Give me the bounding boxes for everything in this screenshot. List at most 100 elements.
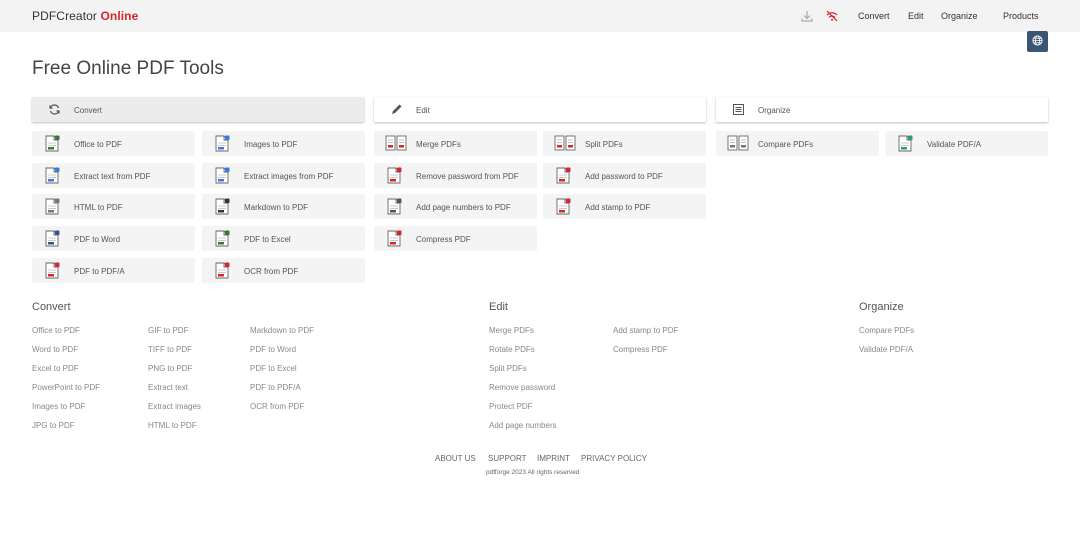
footer-link[interactable]: PowerPoint to PDF: [32, 383, 100, 392]
category-label: Convert: [74, 106, 103, 115]
footer-link[interactable]: Markdown to PDF: [250, 326, 314, 335]
footer-link[interactable]: Excel to PDF: [32, 364, 79, 373]
tool-tile-extract-text-from-pdf[interactable]: Extract text from PDF: [32, 163, 195, 188]
footer-link[interactable]: Add stamp to PDF: [613, 326, 678, 335]
tool-tile-label: Images to PDF: [244, 140, 298, 149]
footer-link[interactable]: Extract text: [148, 383, 188, 392]
tool-tile-pdf-to-word[interactable]: PDF to Word: [32, 226, 195, 251]
footer-link[interactable]: Extract images: [148, 402, 201, 411]
footer-link[interactable]: PNG to PDF: [148, 364, 192, 373]
footer-privacy-link[interactable]: PRIVACY POLICY: [581, 454, 647, 463]
download-icon[interactable]: [800, 9, 814, 23]
tool-tile-label: Remove password from PDF: [416, 172, 519, 181]
logo-accent: Online: [100, 9, 139, 23]
tool-tile-label: Merge PDFs: [416, 140, 461, 149]
logo[interactable]: PDFCreator Online: [32, 9, 138, 23]
tool-tile-remove-password-from-pdf[interactable]: Remove password from PDF: [374, 163, 537, 188]
refresh-icon: [48, 103, 61, 116]
footer-link[interactable]: Images to PDF: [32, 402, 85, 411]
tool-tile-pdf-to-excel[interactable]: PDF to Excel: [202, 226, 365, 251]
footer-link[interactable]: Remove password: [489, 383, 555, 392]
list-icon: [732, 103, 745, 116]
stamp-doc-icon: [554, 198, 573, 215]
footer-organize-title: Organize: [859, 301, 904, 313]
globe-icon: [1032, 33, 1043, 51]
text-extract-icon: [43, 167, 62, 184]
tool-tile-label: Validate PDF/A: [927, 140, 982, 149]
category-label: Organize: [758, 106, 791, 115]
ocr-doc-icon: [213, 262, 232, 279]
tool-tile-label: Extract text from PDF: [74, 172, 151, 181]
pencil-icon: [390, 103, 403, 116]
category-convert[interactable]: Convert: [32, 97, 364, 122]
image-extract-icon: [213, 167, 232, 184]
tool-tile-office-to-pdf[interactable]: Office to PDF: [32, 131, 195, 156]
tool-tile-add-password-to-pdf[interactable]: Add password to PDF: [543, 163, 706, 188]
nav-organize[interactable]: Organize: [941, 11, 978, 21]
image-doc-icon: [213, 135, 232, 152]
tool-tile-images-to-pdf[interactable]: Images to PDF: [202, 131, 365, 156]
footer-link[interactable]: JPG to PDF: [32, 421, 75, 430]
tool-tile-split-pdfs[interactable]: Split PDFs: [543, 131, 706, 156]
top-bar: PDFCreator Online Convert Edit Organize …: [0, 0, 1080, 32]
tool-tile-ocr-from-pdf[interactable]: OCR from PDF: [202, 258, 365, 283]
tool-tile-html-to-pdf[interactable]: HTML to PDF: [32, 194, 195, 219]
footer-link[interactable]: Rotate PDFs: [489, 345, 535, 354]
page-number-icon: [385, 198, 404, 215]
unlock-doc-icon: [385, 167, 404, 184]
pdfa-doc-icon: [43, 262, 62, 279]
tool-tile-markdown-to-pdf[interactable]: Markdown to PDF: [202, 194, 365, 219]
page-title: Free Online PDF Tools: [32, 58, 224, 79]
footer-link[interactable]: Compress PDF: [613, 345, 668, 354]
tool-tile-add-page-numbers-to-pdf[interactable]: Add page numbers to PDF: [374, 194, 537, 219]
language-button[interactable]: [1027, 31, 1048, 52]
tool-tile-add-stamp-to-pdf[interactable]: Add stamp to PDF: [543, 194, 706, 219]
compress-doc-icon: [385, 230, 404, 247]
tool-tile-label: Add password to PDF: [585, 172, 663, 181]
tool-tile-validate-pdf-a[interactable]: Validate PDF/A: [885, 131, 1048, 156]
offline-icon[interactable]: [825, 9, 839, 23]
tool-tile-label: PDF to PDF/A: [74, 267, 125, 276]
footer-link[interactable]: PDF to Word: [250, 345, 296, 354]
footer-link[interactable]: OCR from PDF: [250, 402, 304, 411]
tool-tile-label: Office to PDF: [74, 140, 122, 149]
footer-link[interactable]: GIF to PDF: [148, 326, 188, 335]
tool-tile-compress-pdf[interactable]: Compress PDF: [374, 226, 537, 251]
footer-link[interactable]: TIFF to PDF: [148, 345, 192, 354]
footer-imprint-link[interactable]: IMPRINT: [537, 454, 570, 463]
tool-tile-merge-pdfs[interactable]: Merge PDFs: [374, 131, 537, 156]
nav-products[interactable]: Products: [1003, 11, 1039, 21]
nav-edit[interactable]: Edit: [908, 11, 924, 21]
footer-link[interactable]: Add page numbers: [489, 421, 557, 430]
footer-link[interactable]: Word to PDF: [32, 345, 78, 354]
footer-about-link[interactable]: ABOUT US: [435, 454, 476, 463]
excel-doc-icon: [213, 230, 232, 247]
tool-tile-compare-pdfs[interactable]: Compare PDFs: [716, 131, 879, 156]
footer-edit-title: Edit: [489, 301, 508, 313]
tool-tile-label: Add page numbers to PDF: [416, 203, 511, 212]
footer-link[interactable]: Merge PDFs: [489, 326, 534, 335]
tool-tile-label: PDF to Word: [74, 235, 121, 244]
footer-link[interactable]: Validate PDF/A: [859, 345, 913, 354]
tool-tile-pdf-to-pdf-a[interactable]: PDF to PDF/A: [32, 258, 195, 283]
category-label: Edit: [416, 106, 430, 115]
split-icon: [554, 135, 576, 152]
tool-tile-extract-images-from-pdf[interactable]: Extract images from PDF: [202, 163, 365, 188]
footer-link[interactable]: Compare PDFs: [859, 326, 914, 335]
footer-link[interactable]: HTML to PDF: [148, 421, 197, 430]
merge-icon: [385, 135, 407, 152]
compare-icon: [727, 135, 749, 152]
footer-support-link[interactable]: SUPPORT: [488, 454, 527, 463]
category-edit[interactable]: Edit: [374, 97, 706, 122]
footer-link[interactable]: PDF to PDF/A: [250, 383, 301, 392]
category-organize[interactable]: Organize: [716, 97, 1048, 122]
copyright: pdfforge 2023 All rights reserved: [486, 469, 580, 476]
office-doc-icon: [43, 135, 62, 152]
footer-link[interactable]: PDF to Excel: [250, 364, 297, 373]
tool-tile-label: Compare PDFs: [758, 140, 814, 149]
footer-link[interactable]: Protect PDF: [489, 402, 533, 411]
footer-link[interactable]: Office to PDF: [32, 326, 80, 335]
nav-convert[interactable]: Convert: [858, 11, 890, 21]
footer-link[interactable]: Split PDFs: [489, 364, 527, 373]
logo-main: PDFCreator: [32, 9, 98, 23]
